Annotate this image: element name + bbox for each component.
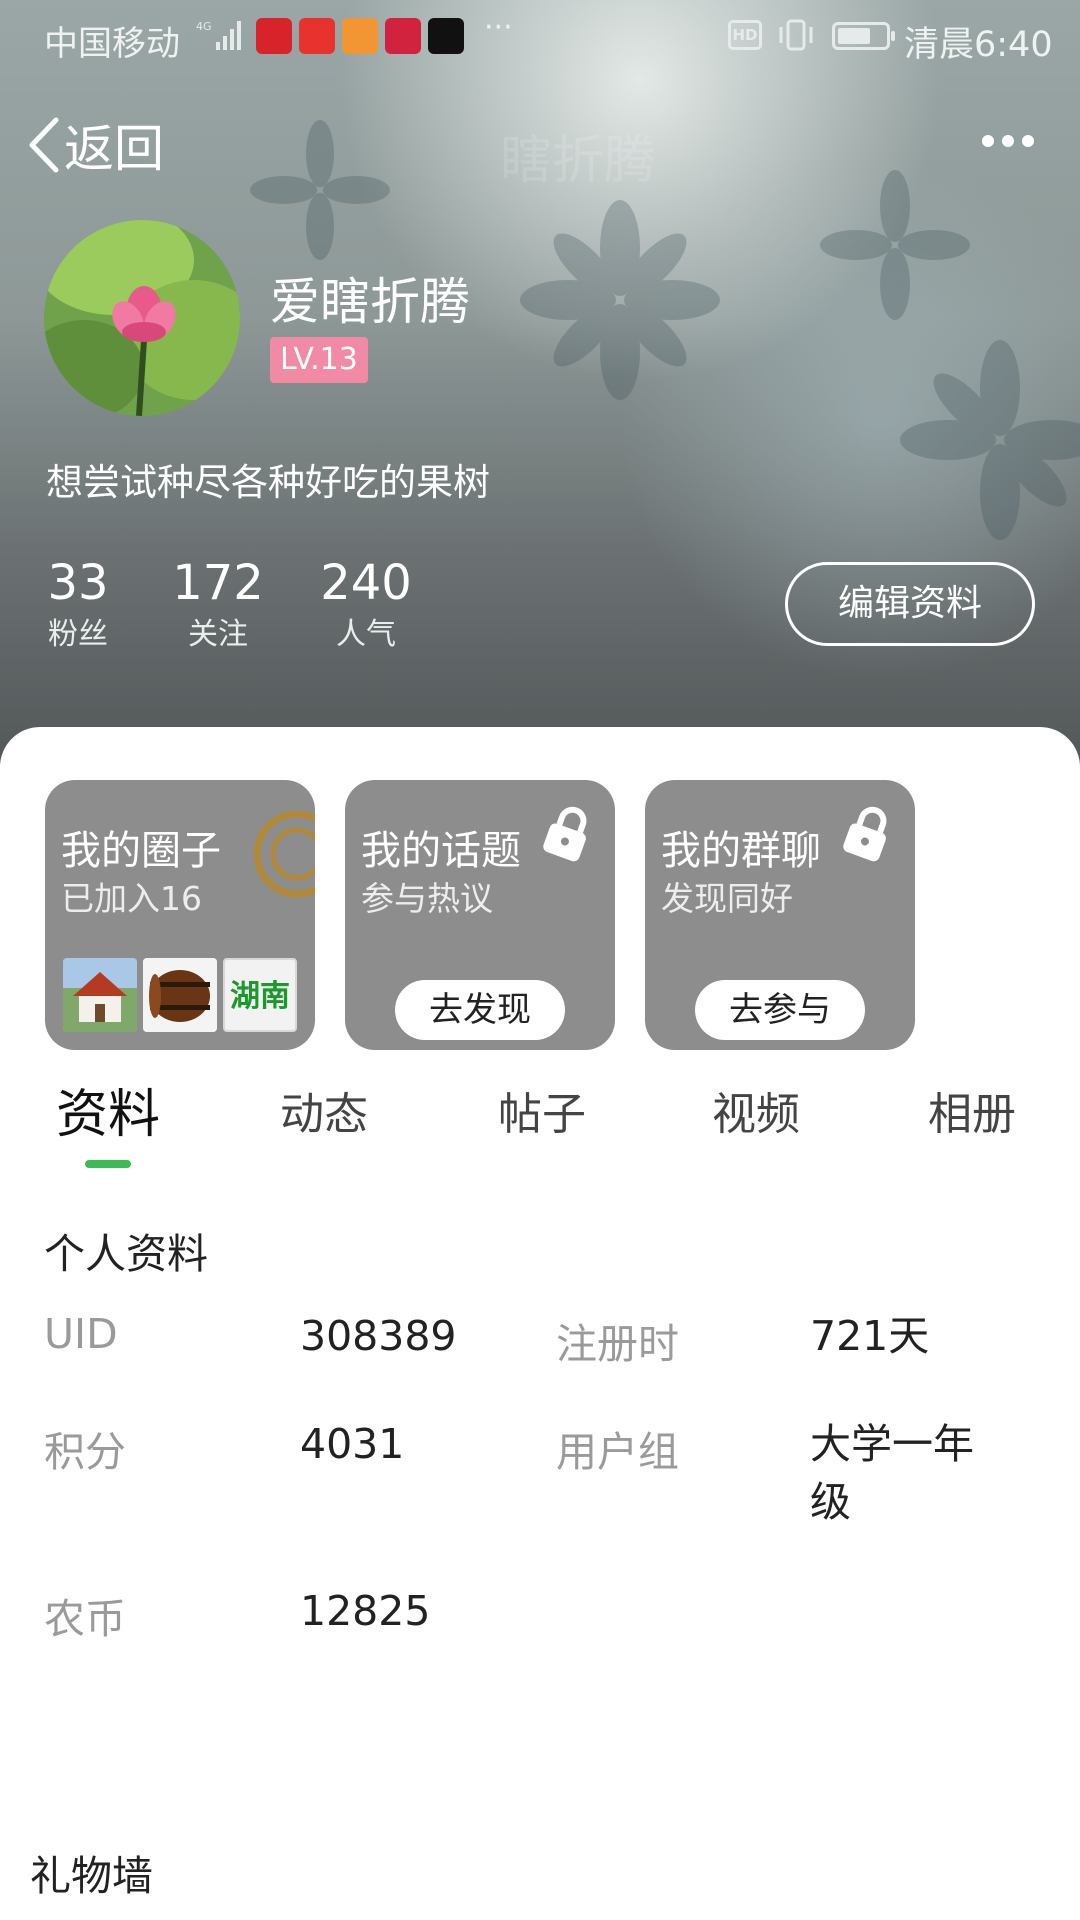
info-value: 308389 xyxy=(300,1312,457,1360)
battery-level xyxy=(838,28,871,44)
info-label: UID xyxy=(44,1310,118,1358)
stat-value: 240 xyxy=(320,555,412,611)
my-topics-card[interactable]: 我的话题 参与热议 去发现 xyxy=(345,780,615,1050)
stat-followers[interactable]: 33 粉丝 xyxy=(40,552,116,656)
tile-subtitle: 已加入16 xyxy=(61,879,202,918)
circle-thumbnail-house[interactable] xyxy=(63,958,137,1032)
stat-value: 172 xyxy=(172,555,264,611)
info-value: 721天 xyxy=(810,1312,930,1360)
info-value: 4031 xyxy=(300,1420,405,1468)
personal-info-title: 个人资料 xyxy=(44,1230,208,1278)
stat-following[interactable]: 172 关注 xyxy=(168,552,268,656)
username: 爱瞎折腾 xyxy=(270,273,470,331)
active-tab-indicator xyxy=(85,1160,131,1168)
clock: 清晨6:40 xyxy=(904,25,1053,65)
stat-value: 33 xyxy=(47,555,109,611)
info-value: 大学一年级 xyxy=(810,1420,974,1526)
more-options-icon[interactable] xyxy=(980,126,1036,156)
battery-icon xyxy=(832,22,895,50)
tile-subtitle: 发现同好 xyxy=(661,879,793,918)
video-app-icon xyxy=(342,18,378,54)
stat-label: 人气 xyxy=(336,617,396,652)
user-bio: 想尝试种尽各种好吃的果树 xyxy=(46,461,490,504)
tab-activity[interactable]: 动态 xyxy=(280,1078,368,1142)
tab-videos[interactable]: 视频 xyxy=(712,1078,800,1142)
back-label: 返回 xyxy=(64,120,164,178)
circle-logo-icon xyxy=(253,810,315,898)
lotus-app-icon xyxy=(385,18,421,54)
lock-icon xyxy=(543,806,587,862)
flower-decoration-icon xyxy=(900,340,1080,540)
info-label: 用户组 xyxy=(556,1428,679,1476)
tile-title: 我的话题 xyxy=(361,828,521,874)
flower-decoration-icon xyxy=(250,120,390,260)
my-circles-card[interactable]: 我的圈子 已加入16 湖南 xyxy=(45,780,315,1050)
info-label: 积分 xyxy=(44,1428,126,1476)
tile-title: 我的群聊 xyxy=(661,828,821,874)
signal-icon: 4G xyxy=(196,20,241,50)
status-app-icon xyxy=(256,18,292,54)
vibrate-icon xyxy=(779,19,813,51)
stat-label: 关注 xyxy=(188,617,248,652)
svg-text:4G: 4G xyxy=(196,20,212,33)
status-app-icon xyxy=(299,18,335,54)
tile-title: 我的圈子 xyxy=(61,828,221,874)
stat-popularity[interactable]: 240 人气 xyxy=(316,552,416,656)
chevron-left-icon xyxy=(29,117,59,173)
flower-decoration-icon xyxy=(520,200,720,400)
my-group-chats-card[interactable]: 我的群聊 发现同好 去参与 xyxy=(645,780,915,1050)
flower-decoration-icon xyxy=(820,170,970,320)
discover-button[interactable]: 去发现 xyxy=(395,980,565,1040)
back-button[interactable]: 返回 xyxy=(26,110,164,180)
thumbnail-label: 湖南 xyxy=(230,979,290,1014)
gift-wall-title: 礼物墙 xyxy=(30,1852,153,1900)
lock-icon xyxy=(843,806,887,862)
more-notifications-icon: ··· xyxy=(484,10,513,45)
info-label: 农币 xyxy=(44,1595,126,1643)
circle-thumbnail-hunan[interactable]: 湖南 xyxy=(223,958,297,1032)
stat-label: 粉丝 xyxy=(48,617,108,652)
circle-thumbnail-barrel[interactable] xyxy=(143,958,217,1032)
tab-albums[interactable]: 相册 xyxy=(928,1078,1016,1142)
info-label: 注册时 xyxy=(556,1320,679,1368)
tab-posts[interactable]: 帖子 xyxy=(498,1078,586,1142)
info-value: 12825 xyxy=(300,1587,431,1635)
hd-icon: HD xyxy=(728,20,762,50)
tab-profile[interactable]: 资料 xyxy=(56,1072,160,1147)
edit-profile-button[interactable]: 编辑资料 xyxy=(785,562,1035,646)
status-bar: 中国移动 4G ··· HD 清晨6:40 xyxy=(0,0,1080,76)
carrier-label: 中国移动 xyxy=(44,24,180,64)
faded-header-title: 瞎折腾 xyxy=(500,131,657,191)
join-button[interactable]: 去参与 xyxy=(695,980,865,1040)
capcut-app-icon xyxy=(428,18,464,54)
level-badge: LV.13 xyxy=(270,337,368,383)
tile-subtitle: 参与热议 xyxy=(361,879,493,918)
avatar[interactable] xyxy=(44,220,240,416)
